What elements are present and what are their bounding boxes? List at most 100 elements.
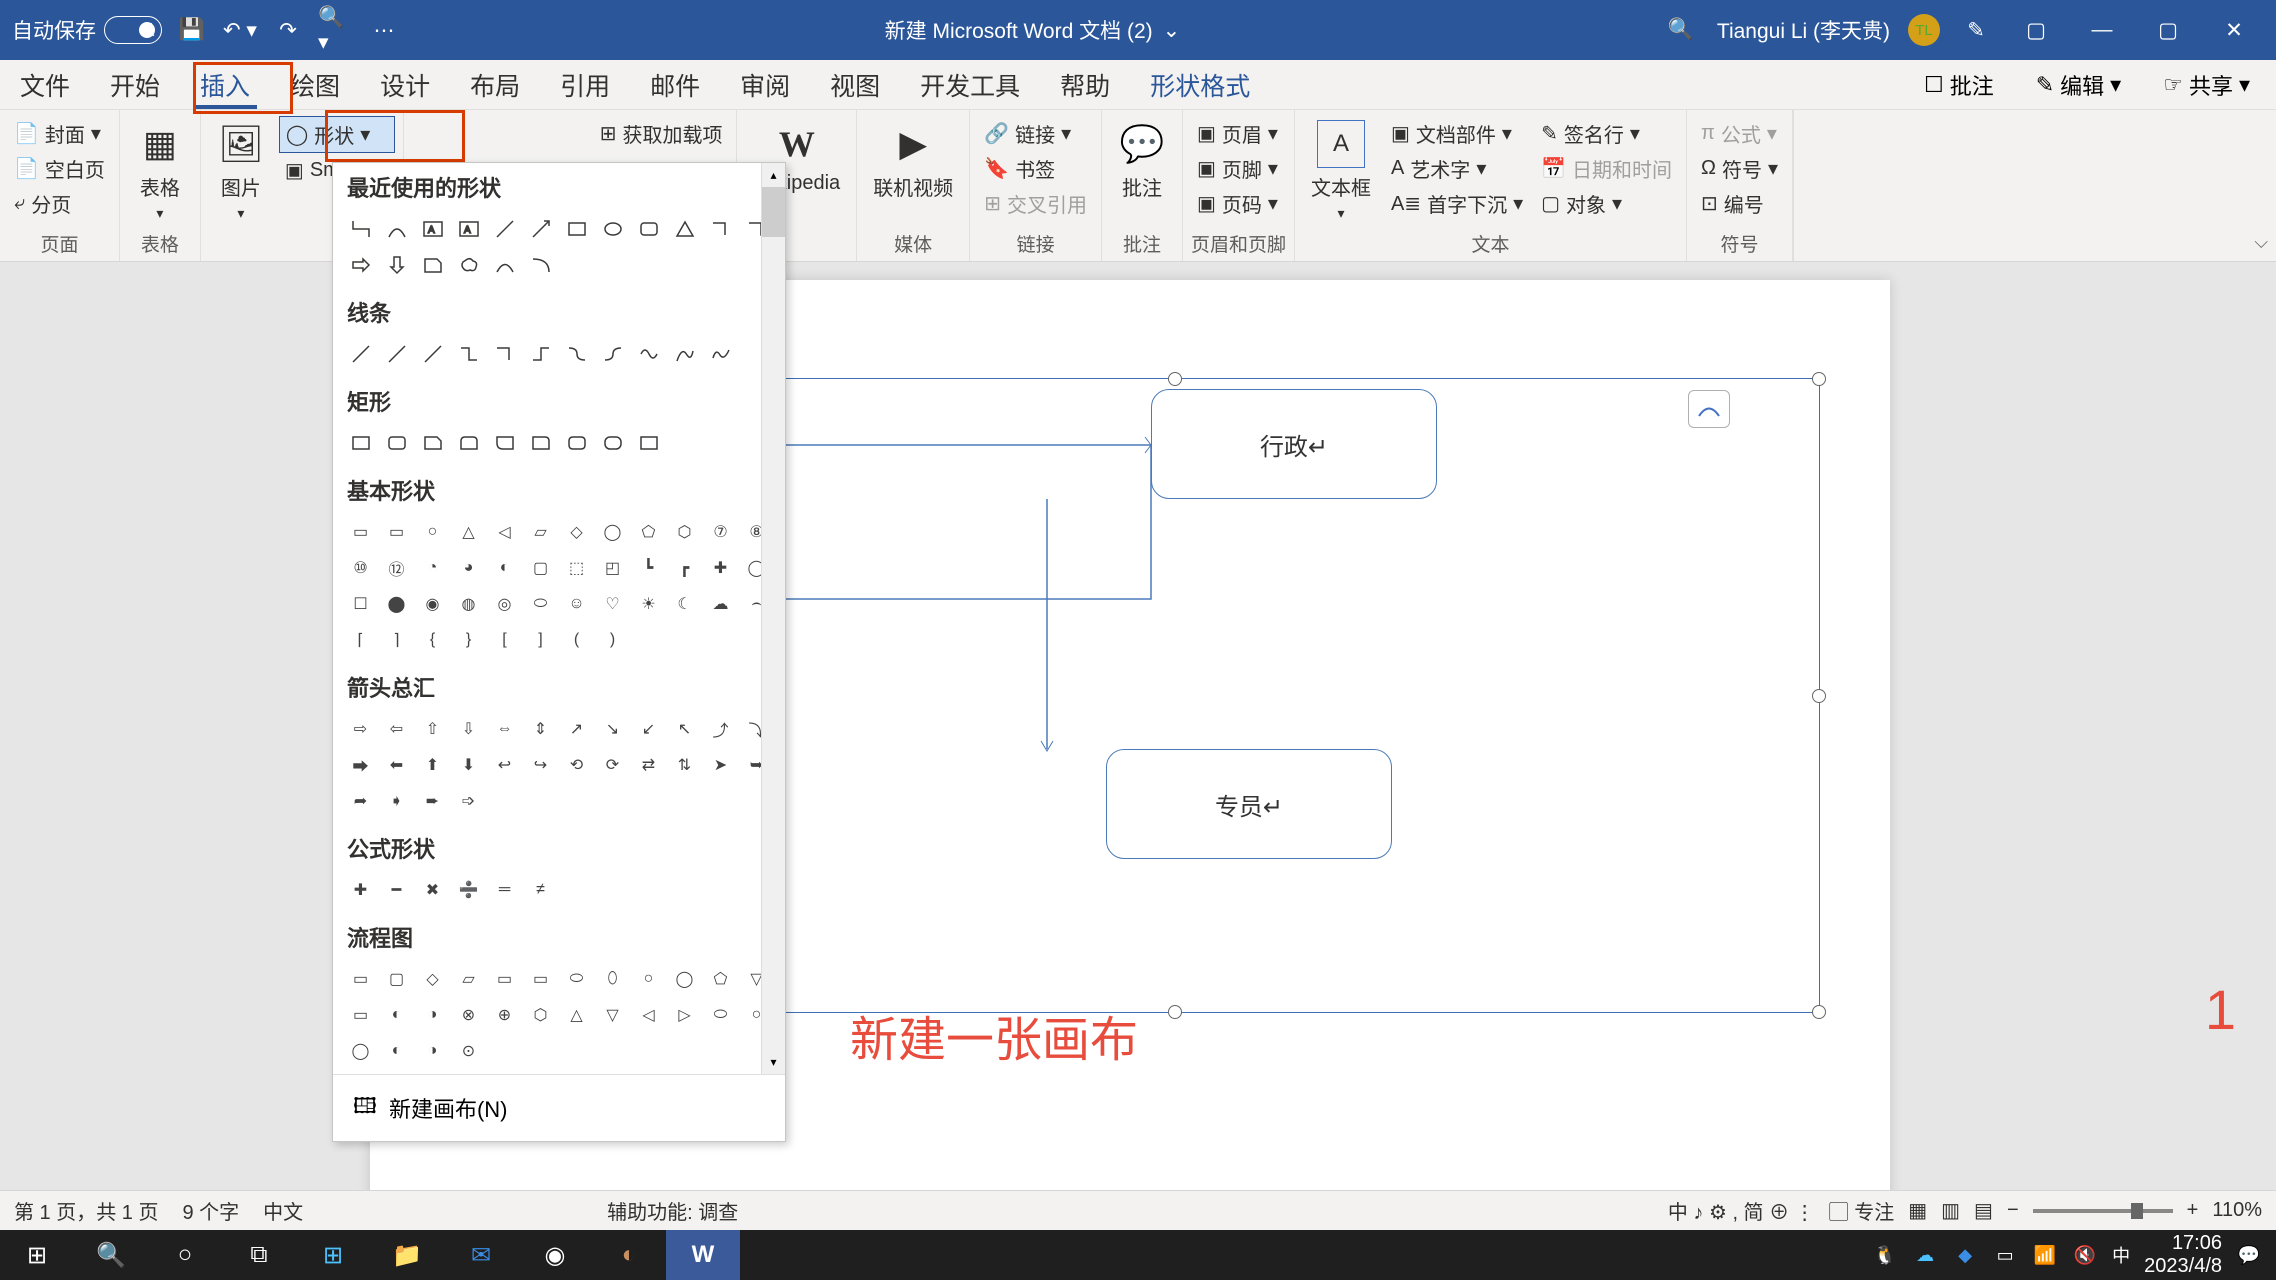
taskbar-clock[interactable]: 17:06 2023/4/8 <box>2144 1232 2222 1278</box>
shape-down-arrow[interactable] <box>379 247 414 282</box>
shape-specialist[interactable]: 专员↵ <box>1106 749 1392 859</box>
basic-shape-19[interactable]: ◰ <box>595 550 630 585</box>
close-icon[interactable]: ✕ <box>2210 10 2258 50</box>
rect-2[interactable] <box>379 425 414 460</box>
shape-textbox[interactable]: A <box>415 211 450 246</box>
rect-4[interactable] <box>451 425 486 460</box>
page-count[interactable]: 第 1 页，共 1 页 <box>14 1196 158 1225</box>
qat-more-icon[interactable]: ⋯ <box>366 12 402 48</box>
user-name[interactable]: Tiangui Li (李天贵) <box>1717 15 1890 45</box>
symbol-button[interactable]: Ω 符号 ▾ <box>1695 151 1784 186</box>
basic-shape-7[interactable]: ◯ <box>595 514 630 549</box>
eq-mult[interactable]: ✖ <box>415 872 450 907</box>
shape-triangle[interactable] <box>667 211 702 246</box>
basic-shape-37[interactable]: ⌉ <box>379 622 414 657</box>
blank-page-button[interactable]: 📄 空白页 <box>8 151 111 186</box>
signature-button[interactable]: ✎ 签名行 ▾ <box>1535 116 1678 151</box>
document-title[interactable]: 新建 Microsoft Word 文档 (2) <box>885 15 1153 45</box>
basic-shape-14[interactable]: ◔ <box>415 550 450 585</box>
line-curve2[interactable] <box>595 336 630 371</box>
shape-curved-connector[interactable] <box>379 211 414 246</box>
tray-volume-icon[interactable]: 🔇 <box>2072 1242 2098 1268</box>
basic-shape-34[interactable]: ☁ <box>703 586 738 621</box>
editing-mode-button[interactable]: ✎ 编辑 ▾ <box>2020 64 2138 106</box>
page-break-button[interactable]: ⤶ 分页 <box>8 186 111 221</box>
word-count[interactable]: 9 个字 <box>182 1196 239 1225</box>
search-icon[interactable]: 🔍 ▾ <box>318 12 354 48</box>
wordart-button[interactable]: A 艺术字 ▾ <box>1385 151 1529 186</box>
basic-shape-15[interactable]: ◕ <box>451 550 486 585</box>
basic-shape-38[interactable]: { <box>415 622 450 657</box>
line-curve1[interactable] <box>559 336 594 371</box>
rect-1[interactable] <box>343 425 378 460</box>
flow-shape-0[interactable]: ▭ <box>343 961 378 996</box>
shape-rectangle[interactable] <box>559 211 594 246</box>
quickparts-button[interactable]: ▣ 文档部件 ▾ <box>1385 116 1529 151</box>
eq-minus[interactable]: ━ <box>379 872 414 907</box>
start-icon[interactable]: ⊞ <box>0 1230 74 1280</box>
tab-home[interactable]: 开始 <box>90 60 180 109</box>
cortana-icon[interactable]: ○ <box>148 1230 222 1280</box>
arrow-shape-3[interactable]: ⇩ <box>451 711 486 746</box>
zoom-in-icon[interactable]: + <box>2187 1199 2199 1222</box>
layout-options-button[interactable] <box>1688 390 1730 428</box>
language-status[interactable]: 中文 <box>263 1196 303 1225</box>
textbox-button[interactable]: A 文本框▾ <box>1303 116 1379 226</box>
ribbon-display-icon[interactable]: ▢ <box>2012 10 2060 50</box>
rect-6[interactable] <box>523 425 558 460</box>
ribbon-collapse-icon[interactable]: ⌵ <box>2254 232 2268 253</box>
flow-shape-3[interactable]: ▱ <box>451 961 486 996</box>
scroll-thumb[interactable] <box>762 187 785 237</box>
basic-shape-12[interactable]: ⑩ <box>343 550 378 585</box>
pictures-button[interactable]: 🖼 图片▾ <box>209 116 273 226</box>
basic-shape-21[interactable]: ┏ <box>667 550 702 585</box>
arrow-shape-1[interactable]: ⇦ <box>379 711 414 746</box>
rect-9[interactable] <box>631 425 666 460</box>
line-elbow3[interactable] <box>523 336 558 371</box>
arrow-shape-18[interactable]: ⟲ <box>559 747 594 782</box>
flow-shape-5[interactable]: ▭ <box>523 961 558 996</box>
tray-app-icon[interactable]: ◆ <box>1952 1242 1978 1268</box>
footer-button[interactable]: ▣ 页脚 ▾ <box>1191 151 1284 186</box>
basic-shape-20[interactable]: ┗ <box>631 550 666 585</box>
arrow-shape-22[interactable]: ➤ <box>703 747 738 782</box>
tab-review[interactable]: 审阅 <box>720 60 810 109</box>
flow-shape-22[interactable]: ⬭ <box>703 997 738 1032</box>
basic-shape-3[interactable]: △ <box>451 514 486 549</box>
flow-shape-14[interactable]: ◑ <box>415 997 450 1032</box>
crossref-button[interactable]: ⊞ 交叉引用 <box>978 186 1093 221</box>
basic-shape-29[interactable]: ⬭ <box>523 586 558 621</box>
basic-shape-31[interactable]: ♡ <box>595 586 630 621</box>
basic-shape-5[interactable]: ▱ <box>523 514 558 549</box>
zoom-out-icon[interactable]: − <box>2007 1199 2019 1222</box>
tab-layout[interactable]: 布局 <box>450 60 540 109</box>
apps-icon[interactable]: ⊞ <box>296 1230 370 1280</box>
arrow-shape-12[interactable]: ⮕ <box>343 747 378 782</box>
tray-cloud-icon[interactable]: ☁ <box>1912 1242 1938 1268</box>
table-button[interactable]: ▦ 表格▾ <box>128 116 192 226</box>
basic-shape-24[interactable]: ☐ <box>343 586 378 621</box>
arrow-shape-6[interactable]: ↗ <box>559 711 594 746</box>
line-arrow[interactable] <box>379 336 414 371</box>
eq-neq[interactable]: ≠ <box>523 872 558 907</box>
rect-3[interactable] <box>415 425 450 460</box>
flow-shape-24[interactable]: ◯ <box>343 1033 378 1068</box>
flow-shape-9[interactable]: ◯ <box>667 961 702 996</box>
header-button[interactable]: ▣ 页眉 ▾ <box>1191 116 1284 151</box>
flow-shape-16[interactable]: ⊕ <box>487 997 522 1032</box>
basic-shape-8[interactable]: ⬠ <box>631 514 666 549</box>
basic-shape-1[interactable]: ▭ <box>379 514 414 549</box>
view-print-layout-icon[interactable]: ▦ <box>1908 1198 1927 1223</box>
redo-icon[interactable]: ↷ <box>270 12 306 48</box>
number-button[interactable]: ⊡ 编号 <box>1695 186 1784 221</box>
line-elbow2[interactable] <box>487 336 522 371</box>
canvas-handle-ne[interactable] <box>1812 372 1826 386</box>
arrow-shape-27[interactable]: ➩ <box>451 783 486 818</box>
basic-shape-25[interactable]: ⬤ <box>379 586 414 621</box>
comments-button[interactable]: ☐ 批注 <box>1908 64 2010 106</box>
eq-div[interactable]: ➗ <box>451 872 486 907</box>
rect-7[interactable] <box>559 425 594 460</box>
flow-shape-1[interactable]: ▢ <box>379 961 414 996</box>
shape-elbow2[interactable] <box>703 211 738 246</box>
tab-view[interactable]: 视图 <box>810 60 900 109</box>
